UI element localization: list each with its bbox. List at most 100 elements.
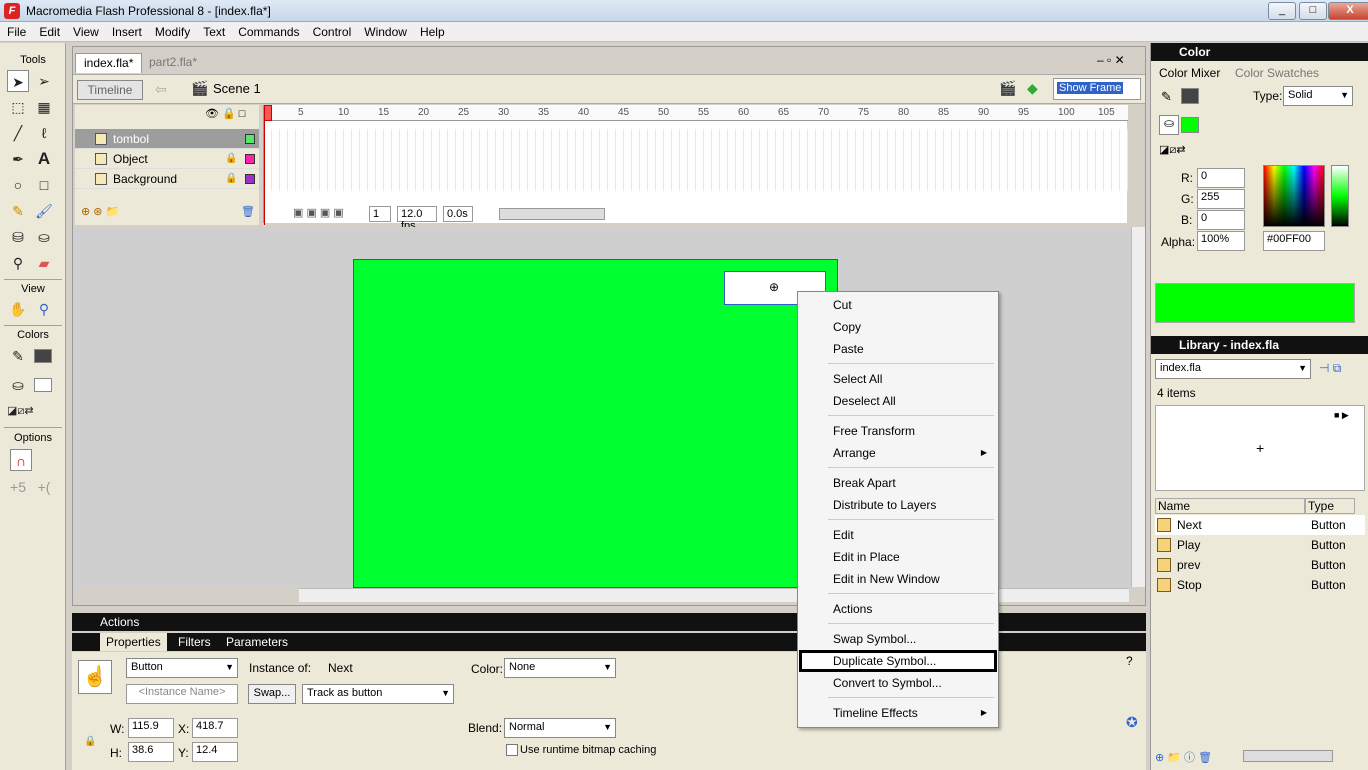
eraser-tool-icon[interactable]: ▰ [33, 252, 55, 274]
tab-filters[interactable]: Filters [172, 633, 217, 651]
menu-modify[interactable]: Modify [148, 22, 196, 40]
smooth-icon[interactable]: +5 [7, 476, 29, 498]
menu-copy[interactable]: Copy [799, 316, 997, 338]
menu-commands[interactable]: Commands [231, 22, 305, 40]
menu-deselect-all[interactable]: Deselect All [799, 390, 997, 412]
menu-timeline-effects[interactable]: Timeline Effects ▶ [799, 702, 997, 724]
menu-file[interactable]: File [0, 22, 32, 40]
color-swap-icons[interactable]: ◪⧄⇄ [1159, 143, 1186, 157]
oval-tool-icon[interactable]: ○ [7, 174, 29, 196]
minimize-button[interactable]: _ [1268, 2, 1296, 20]
menu-actions[interactable]: Actions [799, 598, 997, 620]
library-document-dropdown[interactable]: index.fla [1155, 359, 1311, 379]
preview-play-controls-icon[interactable]: ■ ▶ [1334, 410, 1349, 421]
tab-index-fla[interactable]: index.fla* [75, 53, 143, 73]
lock-icon[interactable]: 🔒 [225, 169, 237, 189]
instance-name-input[interactable]: <Instance Name> [126, 684, 238, 704]
straighten-icon[interactable]: +( [33, 476, 55, 498]
color-spectrum-picker[interactable] [1263, 165, 1325, 227]
fill-type-dropdown[interactable]: Solid [1283, 86, 1353, 106]
blue-input[interactable]: 0 [1197, 210, 1245, 230]
layer-color-swatch[interactable] [245, 134, 255, 144]
stroke-pencil-icon[interactable]: ✎ [1161, 89, 1172, 105]
x-input[interactable]: 418.7 [192, 718, 238, 738]
menu-distribute-to-layers[interactable]: Distribute to Layers [799, 494, 997, 516]
menu-view[interactable]: View [66, 22, 105, 40]
library-pin-icons[interactable]: ⊣ ⧉ [1319, 361, 1341, 376]
free-transform-tool-icon[interactable]: ⬚ [7, 96, 29, 118]
eyedropper-tool-icon[interactable]: ⚲ [7, 252, 29, 274]
tab-part2-fla[interactable]: part2.fla* [141, 53, 205, 73]
layer-row-tombol[interactable]: tombol [75, 129, 259, 149]
menu-arrange[interactable]: Arrange ▶ [799, 442, 997, 464]
library-hscroll[interactable] [1243, 750, 1333, 762]
onion-skin-icons[interactable]: ▣ ▣ ▣ ▣ [293, 206, 344, 219]
doc-window-controls-icon[interactable]: – ▫ ✕ [1097, 53, 1125, 67]
stage[interactable]: ⊕ [353, 259, 838, 588]
add-layer-icons[interactable]: ⊕ ⊛ 📁 [81, 205, 119, 218]
pen-tool-icon[interactable]: ✒ [7, 148, 29, 170]
edit-scene-icon[interactable]: 🎬 [999, 80, 1016, 97]
accessibility-icon[interactable]: ✪ [1126, 714, 1138, 731]
track-dropdown[interactable]: Track as button [302, 684, 454, 704]
stage-vertical-scrollbar[interactable] [1131, 227, 1145, 587]
library-item[interactable]: Stop Button [1155, 575, 1365, 595]
timeline-hscroll[interactable] [499, 208, 605, 220]
y-input[interactable]: 12.4 [192, 742, 238, 762]
help-icon[interactable]: ? [1126, 654, 1133, 668]
delete-layer-icon[interactable]: 🗑 [241, 205, 255, 218]
alpha-input[interactable]: 100% [1197, 231, 1245, 251]
edit-symbols-icon[interactable]: ◆ [1027, 80, 1038, 97]
selection-tool-icon[interactable]: ➤ [7, 70, 29, 92]
fill-bucket-icon[interactable]: ⛀ [1159, 115, 1179, 135]
playhead-marker[interactable] [264, 105, 272, 121]
width-input[interactable]: 115.9 [128, 718, 174, 738]
fill-color-icon[interactable]: ⛀ [7, 374, 29, 396]
lock-proportions-icon[interactable]: 🔒 [84, 736, 96, 747]
library-item[interactable]: prev Button [1155, 555, 1365, 575]
menu-convert-to-symbol[interactable]: Convert to Symbol... [799, 672, 997, 694]
menu-cut[interactable]: Cut [799, 294, 997, 316]
cache-checkbox[interactable] [506, 744, 518, 756]
tab-color-swatches[interactable]: Color Swatches [1235, 66, 1319, 80]
library-item[interactable]: Next Button [1155, 515, 1365, 535]
menu-help[interactable]: Help [413, 22, 451, 40]
tab-parameters[interactable]: Parameters [220, 633, 294, 651]
menu-edit-in-place[interactable]: Edit in Place [799, 546, 997, 568]
text-tool-icon[interactable]: A [33, 148, 55, 170]
menu-select-all[interactable]: Select All [799, 368, 997, 390]
close-button[interactable]: X [1328, 2, 1368, 20]
zoom-tool-icon[interactable]: ⚲ [33, 298, 55, 320]
library-col-name[interactable]: Name [1155, 498, 1305, 514]
brush-tool-icon[interactable]: 🖌 [33, 200, 55, 222]
stroke-swatch[interactable] [1181, 88, 1199, 104]
green-input[interactable]: 255 [1197, 189, 1245, 209]
eye-lock-outline-icons[interactable]: 👁 🔒 □ [205, 107, 245, 120]
height-input[interactable]: 38.6 [128, 742, 174, 762]
menu-paste[interactable]: Paste [799, 338, 997, 360]
symbol-behavior-dropdown[interactable]: Button [126, 658, 238, 678]
menu-text[interactable]: Text [196, 22, 231, 40]
library-col-type[interactable]: Type [1305, 498, 1355, 514]
fill-color-swatch[interactable] [34, 378, 52, 392]
hand-tool-icon[interactable]: ✋ [7, 298, 29, 320]
menu-edit[interactable]: Edit [32, 22, 66, 40]
menu-duplicate-symbol[interactable]: Duplicate Symbol... [799, 650, 997, 672]
library-panel-header[interactable]: Library - index.fla [1151, 336, 1368, 354]
pencil-tool-icon[interactable]: ✎ [7, 200, 29, 222]
library-footer-icons[interactable]: ⊕ 📁 ⓘ 🗑 [1155, 749, 1212, 765]
maximize-button[interactable]: □ [1299, 2, 1327, 20]
red-input[interactable]: 0 [1197, 168, 1245, 188]
menu-edit-in-new-window[interactable]: Edit in New Window [799, 568, 997, 590]
lock-icon[interactable]: 🔒 [225, 149, 237, 169]
fill-swatch[interactable] [1181, 117, 1199, 133]
menu-window[interactable]: Window [357, 22, 413, 40]
color-effect-dropdown[interactable]: None [504, 658, 616, 678]
menu-break-apart[interactable]: Break Apart [799, 472, 997, 494]
menu-edit-symbol[interactable]: Edit [799, 524, 997, 546]
color-panel-header[interactable]: Color [1151, 43, 1368, 61]
lasso-tool-icon[interactable]: ℓ [33, 122, 55, 144]
blend-dropdown[interactable]: Normal [504, 718, 616, 738]
layer-row-background[interactable]: Background 🔒 [75, 169, 259, 189]
line-tool-icon[interactable]: ╱ [7, 122, 29, 144]
